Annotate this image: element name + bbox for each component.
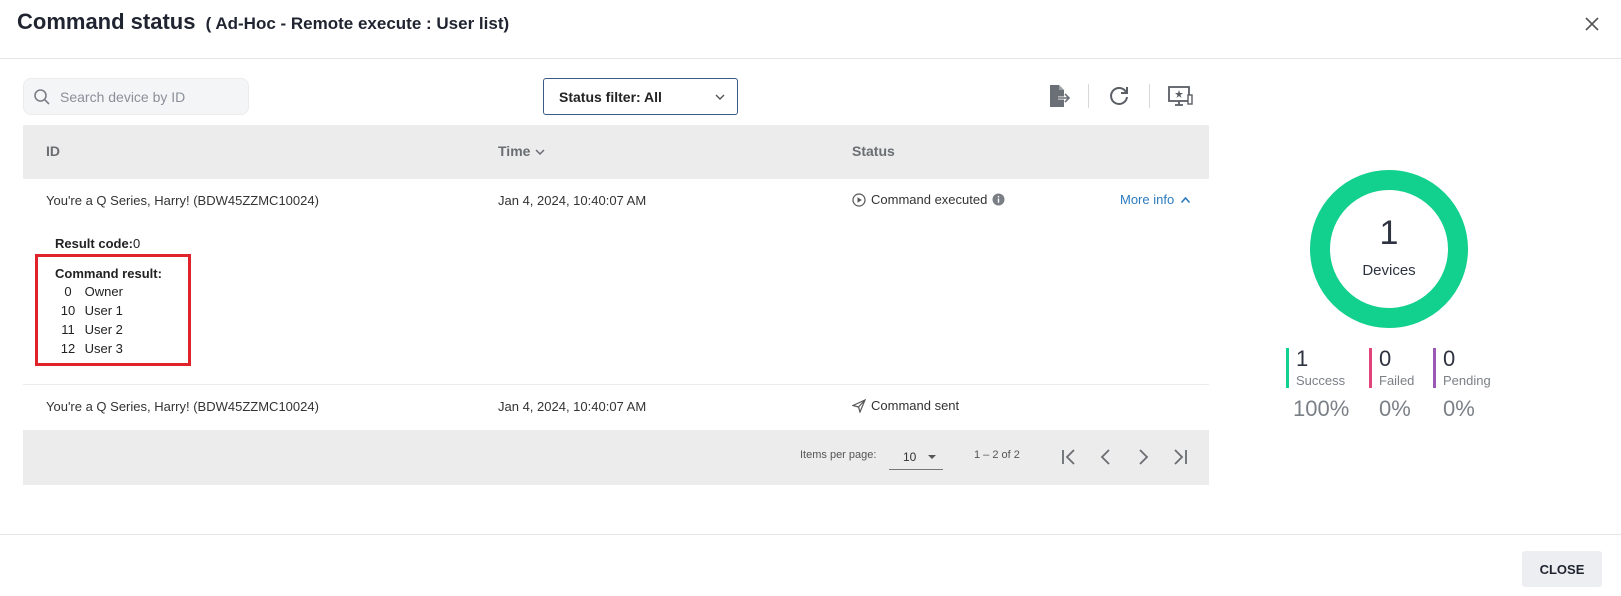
row-time: Jan 4, 2024, 10:40:07 AM: [498, 193, 647, 208]
row-status-text: Command sent: [871, 398, 960, 413]
search-input[interactable]: [60, 79, 240, 114]
failed-count: 0: [1379, 346, 1392, 371]
result-code: Result code:0: [55, 236, 140, 251]
success-stat: 1 Success: [1286, 346, 1356, 388]
caret-down-icon: [928, 455, 936, 459]
failed-percent: 0%: [1379, 396, 1411, 421]
user-id: 12: [60, 341, 76, 356]
chevron-up-icon: [1181, 196, 1191, 203]
items-per-page-select[interactable]: 10: [889, 442, 943, 470]
toolbar-divider: [1149, 84, 1150, 108]
result-code-label: Result code:: [55, 236, 134, 251]
export-icon[interactable]: [1044, 82, 1072, 110]
table-row[interactable]: You're a Q Series, Harry! (BDW45ZZMC1002…: [23, 179, 1209, 224]
failed-bar: [1369, 348, 1372, 388]
pending-bar: [1433, 348, 1436, 388]
row-device-id: You're a Q Series, Harry! (BDW45ZZMC1002…: [46, 399, 319, 414]
row-status: Command sent: [852, 398, 959, 413]
failed-label: Failed: [1379, 373, 1415, 388]
last-page-icon[interactable]: [1167, 444, 1193, 470]
command-result-label: Command result:: [55, 266, 162, 281]
row-time: Jan 4, 2024, 10:40:07 AM: [498, 399, 647, 414]
column-header-id: ID: [46, 143, 60, 159]
search-icon: [34, 89, 50, 105]
dialog-subtitle: ( Ad-Hoc - Remote execute : User list): [205, 14, 510, 33]
refresh-icon[interactable]: [1105, 82, 1133, 110]
devices-total-label: Devices: [1362, 262, 1416, 279]
user-name: User 2: [84, 322, 123, 337]
dialog-header: Command status ( Ad-Hoc - Remote execute…: [0, 0, 1621, 59]
close-button[interactable]: CLOSE: [1522, 551, 1602, 587]
more-info-link[interactable]: More info: [1120, 192, 1191, 207]
list-item: 12 User 3: [55, 341, 123, 356]
items-per-page-value: 10: [903, 450, 917, 464]
row-details-panel: Result code:0 Command result: 0 Owner 10…: [23, 224, 1209, 384]
chevron-down-icon: [715, 94, 725, 100]
result-code-value: 0: [133, 236, 141, 251]
list-item: 11 User 2: [55, 322, 123, 337]
success-percent: 100%: [1293, 396, 1350, 421]
pending-label: Pending: [1443, 373, 1491, 388]
list-item: 10 User 1: [55, 303, 123, 318]
search-box: [23, 78, 249, 115]
dialog-title-text: Command status: [17, 9, 196, 34]
column-header-status: Status: [852, 143, 895, 159]
success-label: Success: [1296, 373, 1346, 388]
column-header-time[interactable]: Time: [498, 143, 546, 159]
user-name: User 3: [84, 341, 123, 356]
chevron-down-icon: [535, 149, 545, 155]
previous-page-icon[interactable]: [1093, 444, 1119, 470]
status-filter-dropdown[interactable]: Status filter: All: [543, 78, 738, 115]
failed-stat: 0 Failed: [1369, 346, 1429, 388]
status-filter-label: Status filter: All: [559, 89, 662, 105]
pending-stat: 0 Pending: [1433, 346, 1503, 388]
user-id: 10: [60, 303, 76, 318]
row-status: Command executed: [852, 192, 1005, 207]
dialog-title: Command status ( Ad-Hoc - Remote execute…: [17, 9, 509, 35]
pending-percent: 0%: [1443, 396, 1475, 421]
row-device-id: You're a Q Series, Harry! (BDW45ZZMC1002…: [46, 193, 319, 208]
toolbar-divider: [1088, 84, 1089, 108]
send-icon: [852, 398, 866, 413]
next-page-icon[interactable]: [1130, 444, 1156, 470]
column-header-time-label: Time: [498, 143, 531, 159]
pending-count: 0: [1443, 346, 1456, 371]
user-name: User 1: [84, 303, 123, 318]
table-header: ID Time Status: [23, 125, 1209, 179]
play-circle-icon: [852, 192, 866, 207]
table-row[interactable]: You're a Q Series, Harry! (BDW45ZZMC1002…: [23, 385, 1209, 430]
more-info-label: More info: [1120, 192, 1175, 207]
footer-divider: [0, 534, 1621, 535]
first-page-icon[interactable]: [1056, 444, 1082, 470]
remote-screen-icon[interactable]: [1166, 82, 1194, 110]
command-result-box: Command result: 0 Owner 10 User 1 11 Use…: [35, 254, 191, 366]
user-name: Owner: [84, 284, 123, 299]
user-id: 11: [61, 322, 75, 337]
command-status-table: ID Time Status You're a Q Series, Harry!…: [23, 125, 1209, 485]
success-bar: [1286, 348, 1289, 388]
page-range: 1 – 2 of 2: [974, 449, 1020, 461]
paginator: Items per page: 10 1 – 2 of 2: [23, 430, 1209, 485]
user-id: 0: [64, 284, 72, 299]
info-icon[interactable]: [992, 193, 1005, 206]
devices-total: 1: [1379, 214, 1399, 252]
row-status-text: Command executed: [871, 192, 988, 207]
close-icon[interactable]: [1581, 13, 1603, 35]
items-per-page-label: Items per page:: [800, 449, 877, 461]
list-item: 0 Owner: [55, 284, 123, 299]
success-count: 1: [1296, 346, 1309, 371]
